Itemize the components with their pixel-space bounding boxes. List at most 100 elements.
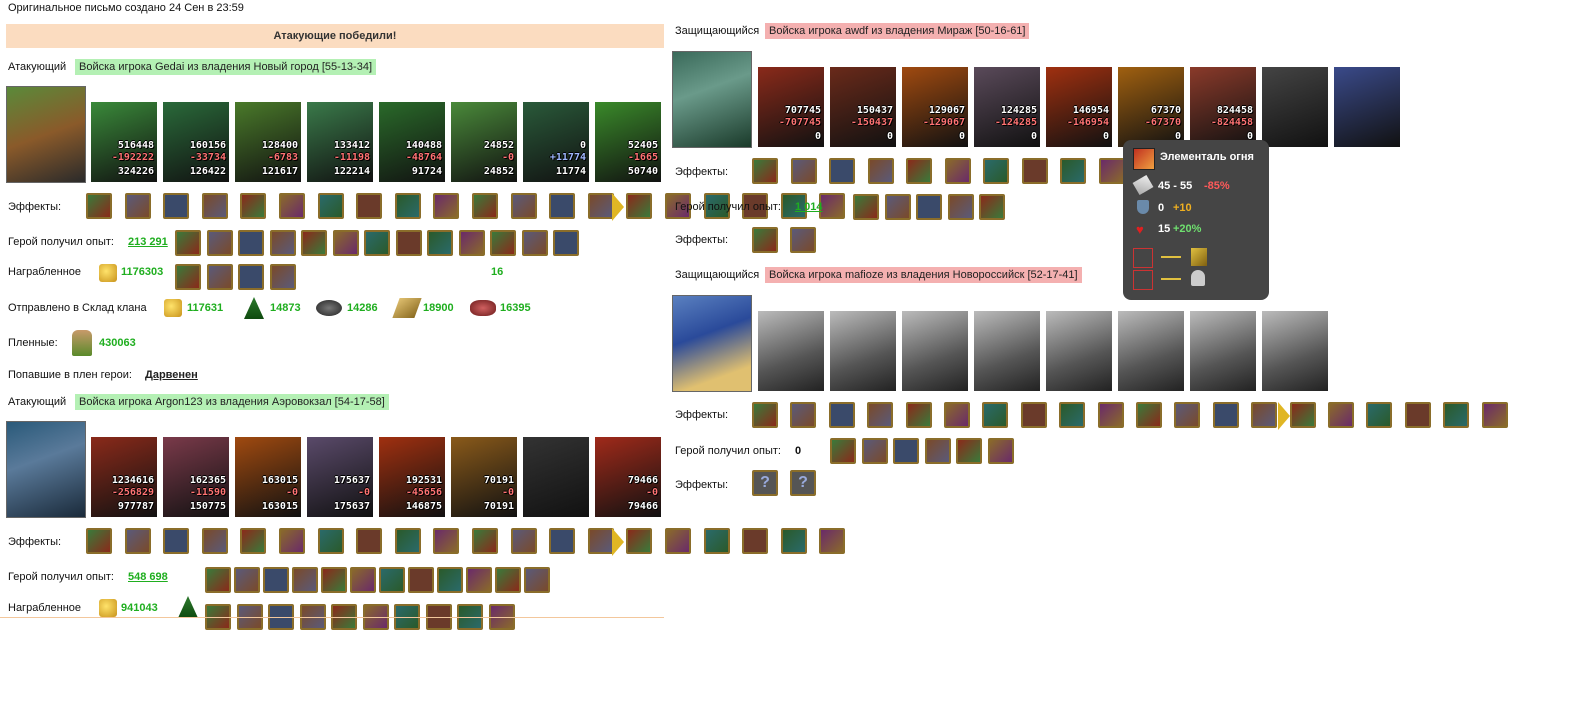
- effect-icon[interactable]: [279, 528, 305, 554]
- unit-card[interactable]: [974, 311, 1040, 391]
- effect-icon[interactable]: [752, 158, 778, 184]
- effect-icon[interactable]: [1059, 402, 1086, 428]
- attacker-1-tag[interactable]: Войска игрока Gedai из владения Новый го…: [75, 59, 377, 75]
- defender-2-tag[interactable]: Войска игрока mafioze из владения Новоро…: [765, 267, 1082, 283]
- exp-bonus-icon[interactable]: [956, 438, 982, 464]
- effect-icon[interactable]: [1328, 402, 1354, 428]
- exp-bonus-icon[interactable]: [987, 438, 1014, 464]
- effect-icon[interactable]: [780, 528, 807, 554]
- hero-portrait-argon123[interactable]: [6, 421, 86, 518]
- hero-portrait-gedai[interactable]: [6, 86, 86, 183]
- attacker-2-exp[interactable]: 548 698: [128, 571, 168, 583]
- unit-card[interactable]: 124285 -124285 0: [974, 67, 1040, 147]
- effect-icon[interactable]: [1289, 402, 1316, 428]
- scroll-right-icon[interactable]: [1278, 402, 1290, 430]
- hero-portrait-awdf[interactable]: [672, 51, 752, 148]
- effect-icon[interactable]: [867, 402, 894, 428]
- effect-icon[interactable]: [240, 193, 267, 219]
- unit-card[interactable]: 824458 -824458 0: [1190, 67, 1256, 147]
- unit-card[interactable]: 160156 -33734 126422: [163, 102, 229, 182]
- effect-icon[interactable]: [510, 193, 537, 219]
- effect-icon[interactable]: [1098, 158, 1125, 184]
- exp-bonus-icon[interactable]: [979, 194, 1005, 220]
- attacker-1-exp[interactable]: 213 291: [128, 236, 168, 248]
- exp-bonus-icon[interactable]: [379, 567, 405, 593]
- effect-icon[interactable]: [752, 227, 778, 253]
- effect-icon[interactable]: [1481, 402, 1508, 428]
- effect-icon[interactable]: [1212, 402, 1239, 428]
- scroll-right-icon[interactable]: [612, 193, 624, 221]
- exp-bonus-icon[interactable]: [301, 230, 327, 256]
- hero-portrait-mafioze[interactable]: [672, 295, 752, 392]
- exp-bonus-icon[interactable]: [321, 567, 347, 593]
- unit-card[interactable]: [1118, 311, 1184, 391]
- effect-icon[interactable]: [317, 193, 344, 219]
- unit-card[interactable]: 150437 -150437 0: [830, 67, 896, 147]
- loot-item-icon[interactable]: [269, 264, 296, 290]
- unit-card[interactable]: 146954 -146954 0: [1046, 67, 1112, 147]
- exp-bonus-icon[interactable]: [947, 194, 974, 220]
- exp-bonus-icon[interactable]: [234, 567, 260, 593]
- loot-item-icon[interactable]: [206, 264, 233, 290]
- exp-bonus-icon[interactable]: [916, 194, 942, 220]
- effect-icon[interactable]: [201, 193, 228, 219]
- effect-icon[interactable]: [86, 193, 112, 219]
- unit-card[interactable]: [758, 311, 824, 391]
- effect-icon[interactable]: [317, 528, 344, 554]
- exp-bonus-icon[interactable]: [924, 438, 951, 464]
- effect-icon[interactable]: [1404, 402, 1431, 428]
- exp-bonus-icon[interactable]: [884, 194, 911, 220]
- exp-bonus-icon[interactable]: [292, 567, 318, 593]
- effect-icon[interactable]: [472, 193, 498, 219]
- unknown-effect-icon[interactable]: ?: [790, 470, 816, 496]
- unit-card[interactable]: 67370 -67370 0: [1118, 67, 1184, 147]
- exp-bonus-icon[interactable]: [853, 194, 879, 220]
- unit-card[interactable]: 52405 -1665 50740: [595, 102, 661, 182]
- effect-icon[interactable]: [587, 193, 614, 219]
- unit-card[interactable]: 0 +11774 11774: [523, 102, 589, 182]
- effect-icon[interactable]: [752, 402, 778, 428]
- exp-bonus-icon[interactable]: [495, 567, 521, 593]
- exp-bonus-icon[interactable]: [466, 567, 492, 593]
- unit-card[interactable]: 162365 -11590 150775: [163, 437, 229, 517]
- exp-bonus-icon[interactable]: [263, 567, 289, 593]
- unit-card[interactable]: 192531 -45656 146875: [379, 437, 445, 517]
- captured-hero-link[interactable]: Дарвенен: [145, 369, 198, 381]
- effect-icon[interactable]: [433, 193, 460, 219]
- unit-card[interactable]: 79466 -0 79466: [595, 437, 661, 517]
- unit-card[interactable]: 707745 -707745 0: [758, 67, 824, 147]
- exp-bonus-icon[interactable]: [364, 230, 390, 256]
- exp-bonus-icon[interactable]: [408, 567, 434, 593]
- unit-card[interactable]: 163015 -0 163015: [235, 437, 301, 517]
- effect-icon[interactable]: [394, 528, 421, 554]
- exp-bonus-icon[interactable]: [458, 230, 485, 256]
- effect-icon[interactable]: [510, 528, 537, 554]
- exp-bonus-icon[interactable]: [332, 230, 359, 256]
- effect-icon[interactable]: [819, 193, 846, 219]
- effect-icon[interactable]: [1097, 402, 1124, 428]
- effect-icon[interactable]: [124, 193, 151, 219]
- effect-icon[interactable]: [1020, 402, 1047, 428]
- loot-item-icon[interactable]: [238, 264, 264, 290]
- exp-bonus-icon[interactable]: [830, 438, 856, 464]
- unit-card[interactable]: 140488 -48764 91724: [379, 102, 445, 182]
- exp-bonus-icon[interactable]: [437, 567, 463, 593]
- unit-card[interactable]: [1262, 311, 1328, 391]
- effect-icon[interactable]: [944, 158, 971, 184]
- unit-card[interactable]: 516448 -192222 324226: [91, 102, 157, 182]
- effect-icon[interactable]: [86, 528, 112, 554]
- exp-bonus-icon[interactable]: [175, 230, 201, 256]
- exp-bonus-icon[interactable]: [206, 230, 233, 256]
- unit-card[interactable]: [1262, 67, 1328, 147]
- effect-icon[interactable]: [790, 227, 816, 253]
- unit-card[interactable]: 128400 -6783 121617: [235, 102, 301, 182]
- effect-icon[interactable]: [1251, 402, 1278, 428]
- effect-icon[interactable]: [1136, 402, 1162, 428]
- loot-item-icon[interactable]: [175, 264, 201, 290]
- unit-card[interactable]: 70191 -0 70191: [451, 437, 517, 517]
- exp-bonus-icon[interactable]: [350, 567, 376, 593]
- effect-icon[interactable]: [626, 193, 653, 219]
- effect-icon[interactable]: [982, 402, 1009, 428]
- unit-card[interactable]: [902, 311, 968, 391]
- exp-bonus-icon[interactable]: [395, 230, 422, 256]
